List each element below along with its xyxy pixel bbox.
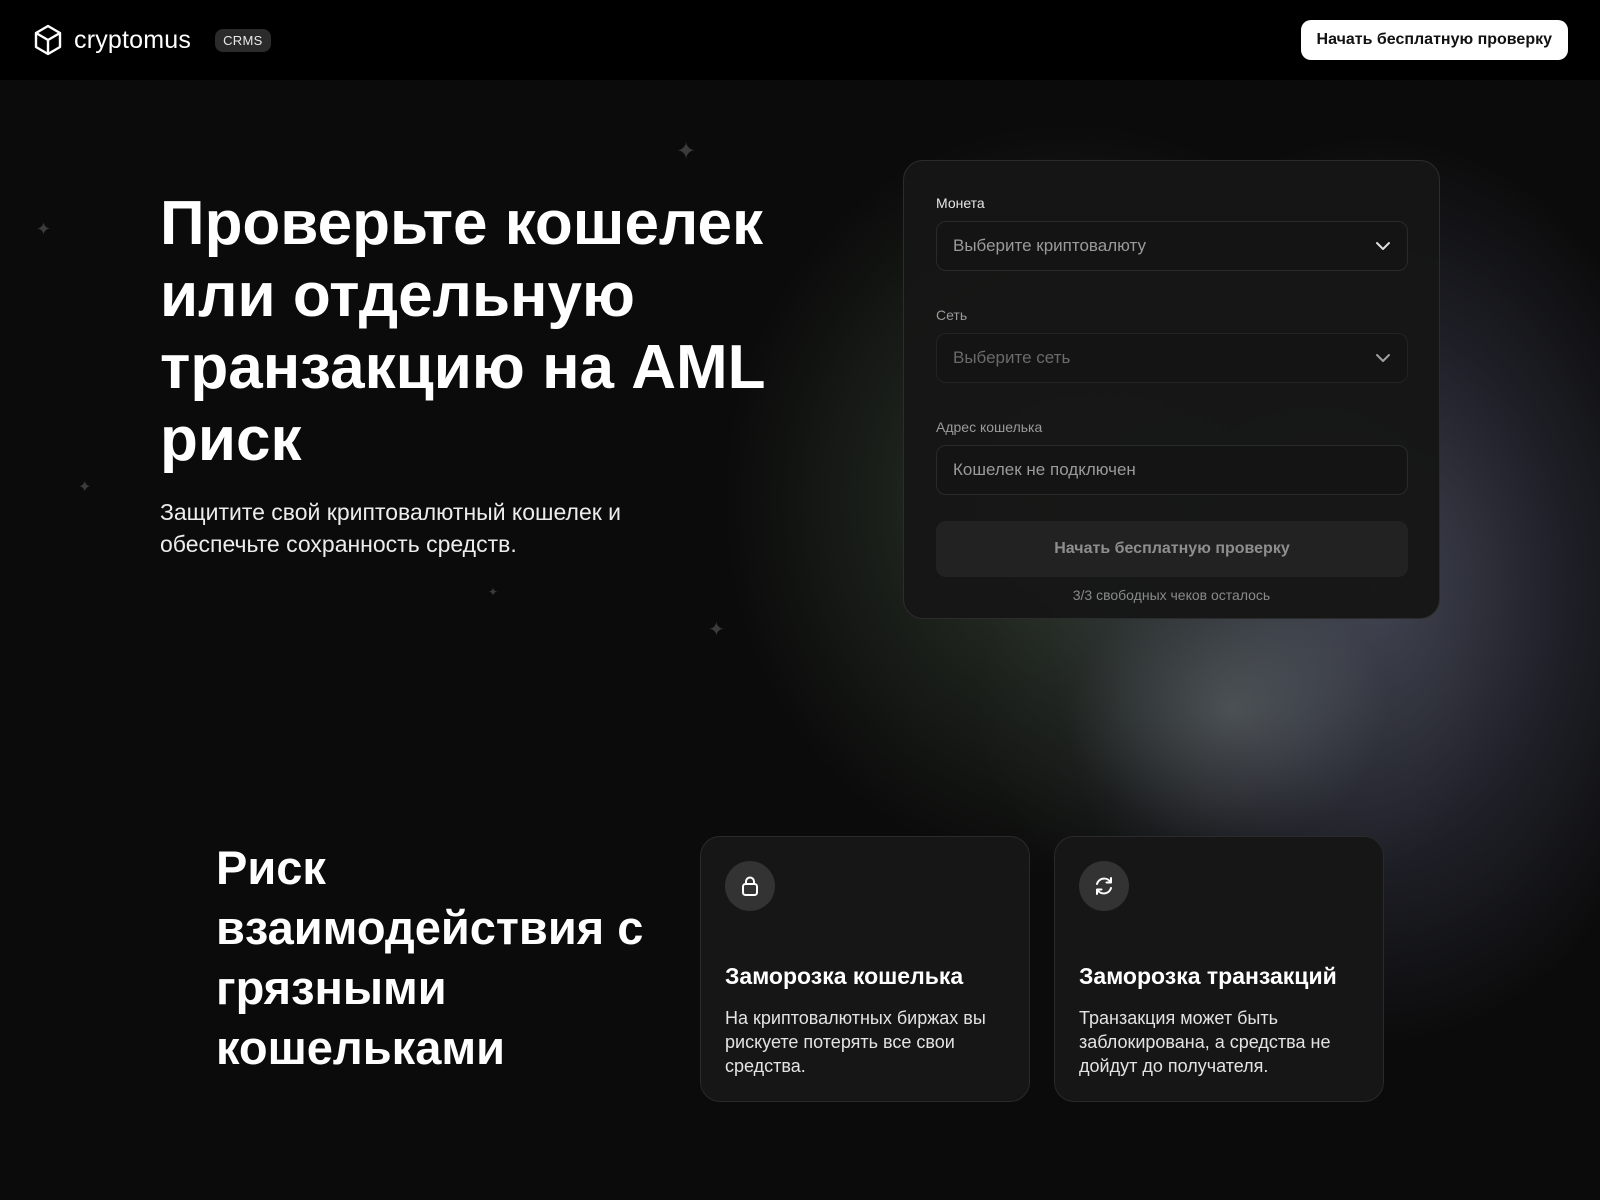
risk-card-transaction-freeze: Заморозка транзакций Транзакция может бы… bbox=[1054, 836, 1384, 1102]
sparkle-icon: ✦ bbox=[488, 585, 499, 599]
start-free-check-button[interactable]: Начать бесплатную проверку bbox=[936, 521, 1408, 577]
risk-card-wallet-freeze: Заморозка кошелька На криптовалютных бир… bbox=[700, 836, 1030, 1102]
cube-logo-icon bbox=[32, 24, 64, 56]
chevron-down-icon bbox=[1375, 236, 1391, 256]
risk-card-title: Заморозка транзакций bbox=[1079, 963, 1337, 989]
wallet-field: Адрес кошелька Кошелек не подключен bbox=[936, 419, 1408, 495]
coin-label: Монета bbox=[936, 195, 985, 211]
crms-badge: CRMS bbox=[215, 28, 271, 52]
network-label: Сеть bbox=[936, 307, 968, 323]
coin-select[interactable]: Выберите криптовалюту bbox=[936, 221, 1408, 271]
free-checks-remaining: 3/3 свободных чеков осталось bbox=[1072, 587, 1271, 603]
coin-select-placeholder: Выберите криптовалюту bbox=[953, 236, 1146, 255]
risk-card-text: На криптовалютных биржах вы рискуете пот… bbox=[725, 1008, 986, 1076]
risk-card-text: Транзакция может быть заблокирована, а с… bbox=[1079, 1008, 1331, 1076]
chevron-down-icon bbox=[1375, 348, 1391, 368]
brand[interactable]: cryptomus CRMS bbox=[32, 24, 271, 56]
network-select-placeholder: Выберите сеть bbox=[953, 348, 1071, 367]
refresh-icon bbox=[1079, 861, 1129, 911]
wallet-address-placeholder: Кошелек не подключен bbox=[953, 460, 1136, 479]
risk-section-title: Риск взаимодействия с грязными кошелькам… bbox=[216, 841, 644, 1074]
top-header: cryptomus CRMS Начать бесплатную проверк… bbox=[0, 0, 1600, 80]
network-field: Сеть Выберите сеть bbox=[936, 307, 1408, 383]
network-select[interactable]: Выберите сеть bbox=[936, 333, 1408, 383]
hero-subtitle: Защитите свой криптовалютный кошелек и о… bbox=[160, 499, 622, 557]
sparkle-icon: ✦ bbox=[36, 219, 52, 239]
start-free-check-header-button[interactable]: Начать бесплатную проверку bbox=[1300, 20, 1568, 60]
coin-field: Монета Выберите криптовалюту bbox=[936, 195, 1408, 271]
lock-icon bbox=[725, 861, 775, 911]
wallet-address-input[interactable]: Кошелек не подключен bbox=[936, 445, 1408, 495]
hero-title: Проверьте кошелек или отдельную транзакц… bbox=[160, 189, 765, 474]
sparkle-icon: ✦ bbox=[676, 138, 697, 165]
sparkle-icon: ✦ bbox=[708, 619, 725, 641]
wallet-label: Адрес кошелька bbox=[936, 419, 1043, 435]
sparkle-icon: ✦ bbox=[78, 479, 92, 496]
aml-check-form: Монета Выберите криптовалюту Сеть Выбери… bbox=[903, 160, 1440, 619]
brand-name: cryptomus bbox=[74, 25, 192, 54]
risk-card-title: Заморозка кошелька bbox=[725, 963, 964, 989]
